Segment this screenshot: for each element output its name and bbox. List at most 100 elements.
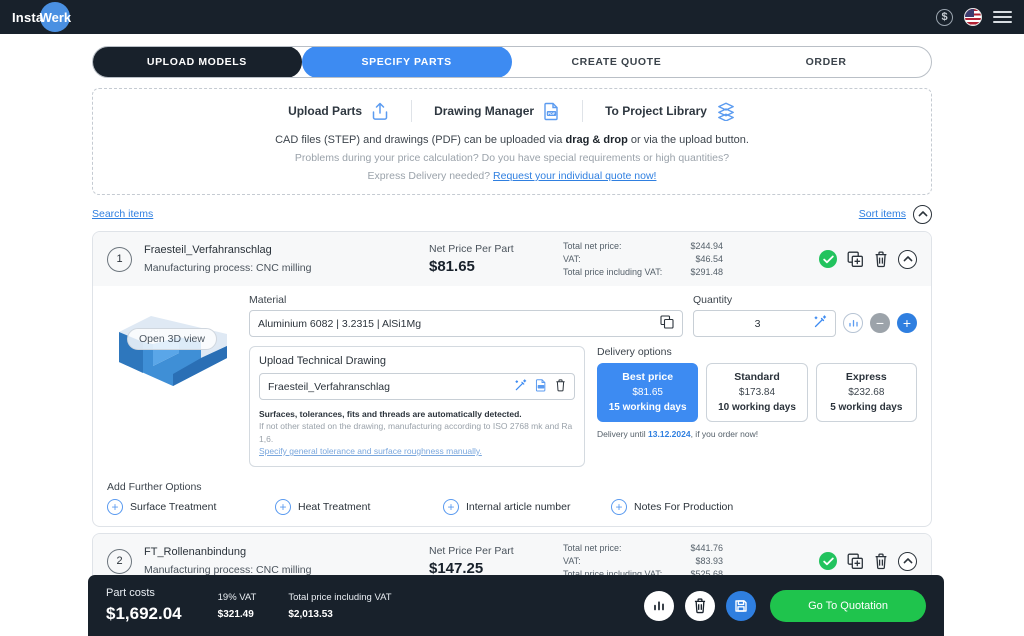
app-logo[interactable]: Insta Werk bbox=[12, 0, 70, 34]
option-internal-article-number[interactable]: + Internal article number bbox=[443, 499, 611, 515]
trash-icon[interactable] bbox=[555, 379, 566, 395]
to-project-library-button[interactable]: To Project Library bbox=[583, 101, 758, 121]
total-value: $2,013.53 bbox=[288, 609, 391, 620]
stacked-layers-icon bbox=[716, 101, 736, 121]
upload-parts-button[interactable]: Upload Parts bbox=[266, 101, 411, 121]
tab-create-quote[interactable]: CREATE QUOTE bbox=[512, 47, 722, 77]
option-surface-treatment[interactable]: + Surface Treatment bbox=[107, 499, 275, 515]
upload-dropzone[interactable]: Upload Parts Drawing Manager PDF bbox=[92, 88, 932, 195]
upload-instructions-c: or via the upload button. bbox=[628, 134, 749, 146]
tab-order[interactable]: ORDER bbox=[721, 47, 931, 77]
delivery-option-price: $173.84 bbox=[711, 387, 802, 398]
bar-chart-icon[interactable] bbox=[843, 313, 863, 333]
drawing-file-name: Fraesteil_Verfahranschlag bbox=[268, 381, 514, 393]
total-row: VAT: $83.93 bbox=[563, 556, 819, 566]
option-heat-treatment[interactable]: + Heat Treatment bbox=[275, 499, 443, 515]
delivery-until-note: Delivery until 13.12.2024, if you order … bbox=[597, 429, 917, 439]
drawing-title: Upload Technical Drawing bbox=[259, 355, 575, 367]
search-items-link[interactable]: Search items bbox=[92, 208, 153, 220]
delivery-option-price: $232.68 bbox=[821, 387, 912, 398]
total-block: Total price including VAT $2,013.53 bbox=[288, 592, 391, 620]
delivery-option-name: Express bbox=[821, 371, 912, 383]
bar-chart-icon[interactable] bbox=[644, 591, 674, 621]
delivery-option-name: Best price bbox=[602, 371, 693, 383]
part-thumbnail-column: Open 3D view bbox=[107, 294, 239, 467]
part-fields: Material Aluminium 6082 | 3.2315 | AlSi1… bbox=[249, 294, 917, 467]
save-icon[interactable] bbox=[726, 591, 756, 621]
drawing-manager-button[interactable]: Drawing Manager PDF bbox=[412, 101, 582, 121]
trash-icon[interactable] bbox=[685, 591, 715, 621]
net-price-value: $81.65 bbox=[429, 258, 559, 275]
material-value: Aluminium 6082 | 3.2315 | AlSi1Mg bbox=[258, 318, 660, 330]
quantity-input[interactable]: 3 bbox=[693, 310, 836, 337]
trash-icon[interactable] bbox=[874, 553, 888, 570]
copy-icon[interactable] bbox=[660, 315, 674, 332]
top-header: Insta Werk $ bbox=[0, 0, 1024, 34]
delivery-option-cards: Best price $81.65 15 working days Standa… bbox=[597, 363, 917, 422]
check-circle-icon[interactable] bbox=[819, 552, 837, 570]
part-index-badge: 2 bbox=[107, 549, 132, 574]
part-net-price-block: Net Price Per Part $147.25 bbox=[429, 545, 559, 577]
delivery-option-days: 15 working days bbox=[602, 402, 693, 413]
tab-upload-models[interactable]: UPLOAD MODELS bbox=[92, 46, 302, 78]
option-notes-for-production[interactable]: + Notes For Production bbox=[611, 499, 779, 515]
chevron-up-circle-icon[interactable] bbox=[898, 250, 917, 269]
open-3d-view-tooltip[interactable]: Open 3D view bbox=[127, 328, 217, 350]
quantity-decrement-button[interactable]: − bbox=[870, 313, 890, 333]
pdf-file-icon: PDF bbox=[543, 101, 560, 121]
drawing-file-input[interactable]: Fraesteil_Verfahranschlag bbox=[259, 373, 575, 400]
delivery-option-best-price[interactable]: Best price $81.65 15 working days bbox=[597, 363, 698, 422]
drawing-icons bbox=[514, 378, 566, 395]
part-card-1: 1 Fraesteil_Verfahranschlag Manufacturin… bbox=[92, 231, 932, 527]
quantity-group: Quantity 3 bbox=[693, 294, 917, 337]
upload-instructions-a: CAD files (STEP) and drawings (PDF) can … bbox=[275, 134, 565, 146]
drawing-note-bold: Surfaces, tolerances, fits and threads a… bbox=[259, 408, 575, 420]
part-identity: Fraesteil_Verfahranschlag Manufacturing … bbox=[144, 244, 429, 274]
tab-specify-parts[interactable]: SPECIFY PARTS bbox=[302, 46, 512, 78]
pdf-file-icon[interactable] bbox=[535, 378, 547, 395]
further-options-label: Add Further Options bbox=[107, 481, 917, 493]
delivery-option-days: 10 working days bbox=[711, 402, 802, 413]
hamburger-menu-icon[interactable] bbox=[993, 11, 1012, 23]
duplicate-icon[interactable] bbox=[847, 251, 864, 268]
material-input[interactable]: Aluminium 6082 | 3.2315 | AlSi1Mg bbox=[249, 310, 683, 337]
total-row: Total price including VAT: $291.48 bbox=[563, 267, 819, 277]
request-quote-link[interactable]: Request your individual quote now! bbox=[493, 170, 656, 182]
delivery-option-standard[interactable]: Standard $173.84 10 working days bbox=[706, 363, 807, 422]
go-to-quotation-button[interactable]: Go To Quotation bbox=[770, 590, 926, 622]
vat-label: VAT: bbox=[563, 556, 671, 566]
option-label: Surface Treatment bbox=[130, 501, 216, 513]
part-body: Open 3D view Material Aluminium 6082 | 3… bbox=[93, 286, 931, 479]
delivery-option-express[interactable]: Express $232.68 5 working days bbox=[816, 363, 917, 422]
part-identity: FT_Rollenanbindung Manufacturing process… bbox=[144, 546, 429, 576]
drawing-manager-label: Drawing Manager bbox=[434, 104, 534, 118]
material-label: Material bbox=[249, 294, 683, 306]
list-controls-right: Sort items bbox=[859, 205, 932, 224]
delivery-option-name: Standard bbox=[711, 371, 802, 383]
project-library-label: To Project Library bbox=[605, 104, 707, 118]
material-field-group: Material Aluminium 6082 | 3.2315 | AlSi1… bbox=[249, 294, 683, 337]
summary-bar: Part costs $1,692.04 19% VAT $321.49 Tot… bbox=[88, 575, 944, 636]
chevron-up-circle-icon[interactable] bbox=[898, 552, 917, 571]
upload-arrow-icon bbox=[371, 101, 389, 121]
logo-circle: Werk bbox=[40, 2, 70, 32]
magic-wand-icon[interactable] bbox=[813, 315, 827, 332]
duplicate-icon[interactable] bbox=[847, 553, 864, 570]
vat-value: $83.93 bbox=[671, 556, 723, 566]
magic-wand-icon[interactable] bbox=[514, 379, 527, 395]
collapse-all-button[interactable] bbox=[913, 205, 932, 224]
net-price-label: Net Price Per Part bbox=[429, 545, 559, 557]
us-flag-icon[interactable] bbox=[964, 8, 982, 26]
sort-items-link[interactable]: Sort items bbox=[859, 208, 906, 220]
specify-tolerance-link[interactable]: Specify general tolerance and surface ro… bbox=[259, 445, 575, 457]
trash-icon[interactable] bbox=[874, 251, 888, 268]
delivery-until-suffix: , if you order now! bbox=[691, 429, 759, 439]
total-net-label: Total net price: bbox=[563, 241, 671, 251]
quantity-increment-button[interactable]: + bbox=[897, 313, 917, 333]
dollar-icon[interactable]: $ bbox=[936, 9, 953, 26]
check-circle-icon[interactable] bbox=[819, 250, 837, 268]
part-net-price-block: Net Price Per Part $81.65 bbox=[429, 243, 559, 275]
part-name: FT_Rollenanbindung bbox=[144, 546, 429, 558]
delivery-until-date: 13.12.2024 bbox=[648, 429, 691, 439]
part-3d-thumbnail[interactable]: Open 3D view bbox=[107, 306, 239, 394]
